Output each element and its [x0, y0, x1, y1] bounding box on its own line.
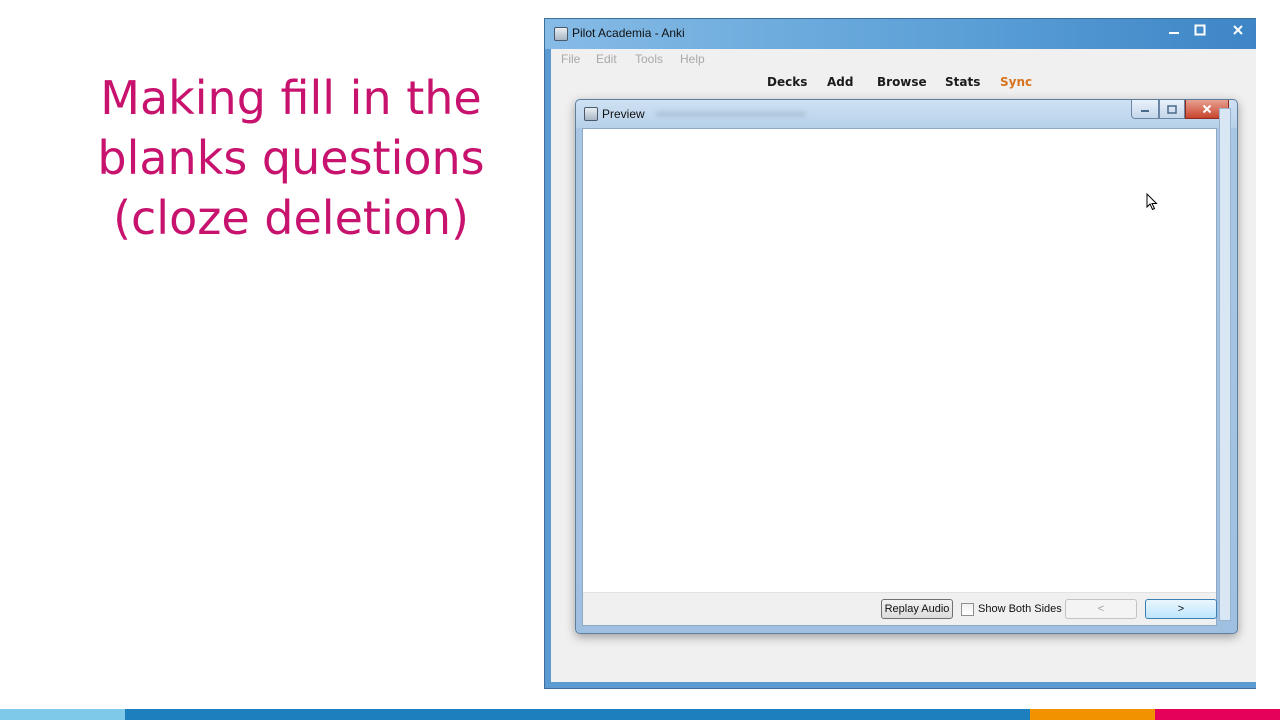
slide-title-line-1: Making fill in the	[100, 71, 482, 125]
blurred-background-text	[656, 111, 806, 117]
bottom-bar-segment-blue	[125, 709, 1030, 720]
toolbar-stats[interactable]: Stats	[945, 75, 980, 89]
minimize-button[interactable]	[1161, 19, 1187, 41]
close-icon	[1202, 104, 1212, 114]
slide-title: Making fill in the blanks questions (clo…	[40, 68, 542, 248]
maximize-icon	[1194, 24, 1206, 36]
maximize-button[interactable]	[1187, 19, 1213, 41]
main-window-title: Pilot Academia - Anki	[572, 26, 685, 40]
main-titlebar: Pilot Academia - Anki	[545, 19, 1256, 49]
menu-tools[interactable]: Tools	[635, 52, 663, 66]
bottom-bar-segment-pink	[1155, 709, 1280, 720]
previous-card-button[interactable]: <	[1065, 599, 1137, 619]
preview-app-icon	[584, 107, 598, 121]
menu-help[interactable]: Help	[680, 52, 705, 66]
background-window-edge	[1219, 108, 1231, 621]
toolbar-add[interactable]: Add	[827, 75, 853, 89]
toolbar-browse[interactable]: Browse	[877, 75, 927, 89]
minimize-icon	[1169, 32, 1179, 34]
preview-window-controls	[1131, 100, 1229, 119]
menubar: File Edit Tools Help	[551, 49, 1256, 69]
toolbar-sync[interactable]: Sync	[1000, 75, 1032, 89]
menu-edit[interactable]: Edit	[596, 52, 617, 66]
menu-file[interactable]: File	[561, 52, 580, 66]
minimize-icon	[1141, 110, 1149, 112]
slide-title-line-2: blanks questions	[97, 131, 485, 185]
show-both-sides-checkbox[interactable]	[961, 603, 974, 616]
preview-footer: Replay Audio Show Both Sides < >	[583, 592, 1217, 625]
bottom-color-bar	[0, 709, 1280, 720]
replay-audio-button[interactable]: Replay Audio	[881, 599, 953, 619]
preview-body: Replay Audio Show Both Sides < >	[582, 128, 1217, 626]
show-both-sides-label: Show Both Sides	[978, 603, 1062, 615]
preview-title: Preview	[602, 107, 645, 121]
preview-maximize-button[interactable]	[1159, 100, 1185, 119]
preview-minimize-button[interactable]	[1131, 100, 1159, 119]
maximize-icon	[1167, 104, 1177, 114]
slide-title-line-3: (cloze deletion)	[113, 191, 469, 245]
close-button[interactable]	[1225, 19, 1251, 41]
close-icon	[1233, 25, 1243, 35]
preview-titlebar: Preview	[576, 100, 1237, 128]
bottom-bar-segment-light-blue	[0, 709, 125, 720]
preview-window: Preview Replay Audio Show Both Sides < >	[575, 99, 1238, 634]
mouse-cursor-icon	[1146, 193, 1158, 211]
anki-app-icon	[554, 27, 568, 41]
toolbar-decks[interactable]: Decks	[767, 75, 807, 89]
main-toolbar: Decks Add Browse Stats Sync	[551, 69, 1256, 97]
next-card-button[interactable]: >	[1145, 599, 1217, 619]
bottom-bar-segment-orange	[1030, 709, 1155, 720]
